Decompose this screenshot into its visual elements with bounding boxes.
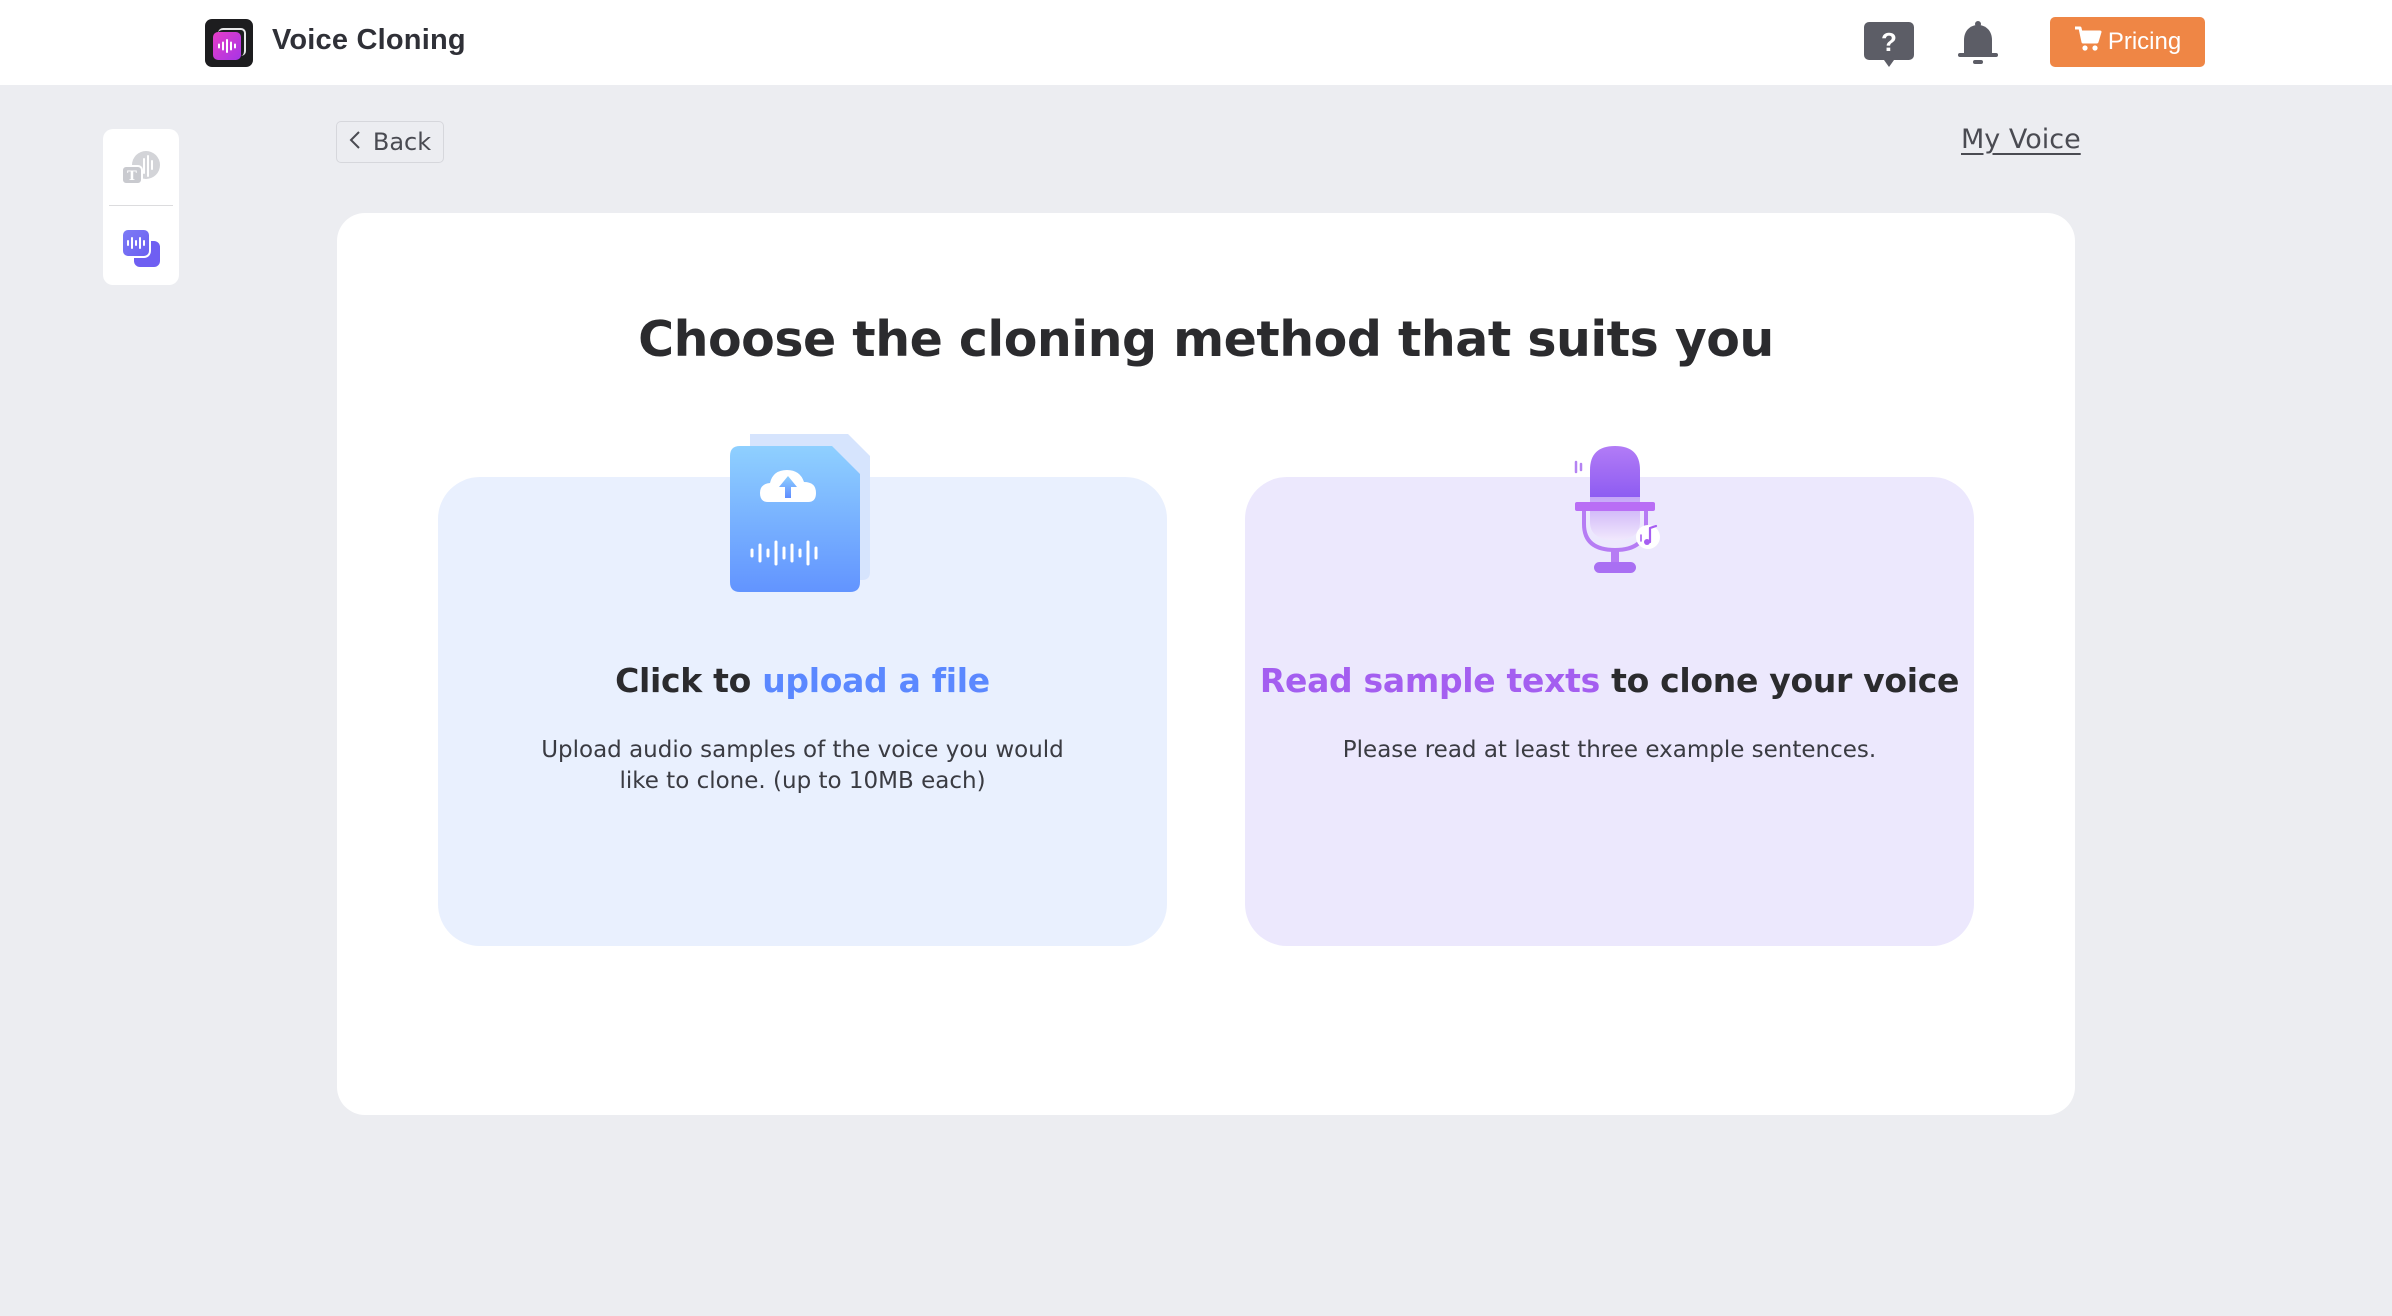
read-sample-texts-link[interactable]: Read sample texts xyxy=(1260,661,1600,700)
sidebar-divider xyxy=(109,205,173,206)
svg-text:?: ? xyxy=(1881,27,1897,57)
upload-audio-file-icon xyxy=(730,432,875,592)
back-button[interactable]: Back xyxy=(336,121,444,163)
record-option-description: Please read at least three example sente… xyxy=(1342,737,1877,763)
top-header: Voice Cloning ? Pricing xyxy=(0,0,2392,85)
voice-clone-icon xyxy=(121,228,160,267)
sidebar-item-voice-cloning[interactable] xyxy=(116,223,166,273)
tool-sidebar: T xyxy=(103,129,179,285)
chevron-left-icon xyxy=(349,128,361,156)
svg-text:T: T xyxy=(127,169,137,184)
my-voice-link[interactable]: My Voice xyxy=(1961,124,2081,155)
upload-option-title: Click to upload a file xyxy=(615,661,990,700)
pricing-label: Pricing xyxy=(2107,28,2182,55)
back-label: Back xyxy=(372,128,432,156)
upload-file-link[interactable]: upload a file xyxy=(762,661,990,700)
app-logo-icon xyxy=(205,19,253,67)
pricing-button[interactable]: Pricing xyxy=(2050,17,2205,67)
bell-icon[interactable] xyxy=(1956,20,2000,66)
app-title: Voice Cloning xyxy=(272,24,466,56)
tts-icon: T xyxy=(121,151,160,185)
page-title: Choose the cloning method that suits you xyxy=(638,311,1774,368)
microphone-icon xyxy=(1570,442,1670,577)
cart-icon xyxy=(2074,26,2102,59)
help-question-icon[interactable]: ? xyxy=(1864,22,1914,67)
upload-option-description: Upload audio samples of the voice you wo… xyxy=(541,737,1064,794)
cloning-method-panel: Choose the cloning method that suits you… xyxy=(337,213,2075,1115)
record-option-title: Read sample texts to clone your voice xyxy=(1259,661,1960,700)
sidebar-item-text-to-speech[interactable]: T xyxy=(116,146,166,196)
